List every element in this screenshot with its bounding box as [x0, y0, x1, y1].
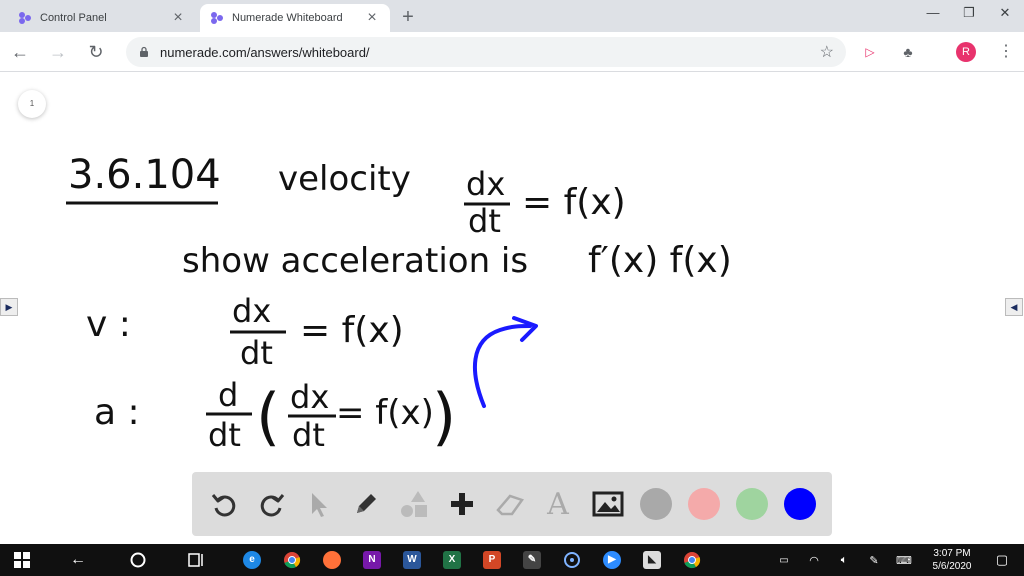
- chrome-active-icon[interactable]: [680, 548, 704, 572]
- url-text: numerade.com/answers/whiteboard/: [160, 44, 370, 60]
- app-icon[interactable]: ✎: [520, 548, 544, 572]
- drawing-toolbar: A: [192, 472, 832, 536]
- numerade-logo-icon: [19, 12, 31, 24]
- tab-title: Numerade Whiteboard: [232, 12, 343, 24]
- a-inner-rhs: = f(x): [336, 393, 434, 433]
- add-icon[interactable]: [442, 484, 482, 524]
- back-arrow-icon[interactable]: ←: [66, 548, 90, 572]
- browser-toolbar: ← → ↻ numerade.com/answers/whiteboard/ ☆…: [0, 32, 1024, 72]
- color-blue-swatch[interactable]: [780, 484, 820, 524]
- clock-time: 3:07 PM: [933, 548, 971, 559]
- shapes-icon[interactable]: [394, 484, 434, 524]
- velocity-rhs: = f(x): [522, 182, 626, 223]
- numerade-logo-icon: [211, 12, 223, 24]
- bookmark-star-icon[interactable]: ☆: [820, 42, 834, 62]
- tab-strip: Control Panel × Numerade Whiteboard × + …: [0, 0, 1024, 32]
- word-icon[interactable]: W: [400, 548, 424, 572]
- cortana-icon[interactable]: [560, 548, 584, 572]
- image-icon[interactable]: [588, 484, 628, 524]
- color-gray-swatch[interactable]: [636, 484, 676, 524]
- color-green-swatch[interactable]: [732, 484, 772, 524]
- back-button[interactable]: ←: [8, 40, 32, 64]
- right-paren: ): [432, 380, 456, 453]
- v-rhs: = f(x): [300, 310, 404, 351]
- tab-title: Control Panel: [40, 12, 107, 24]
- wifi-icon[interactable]: ◠: [802, 548, 826, 572]
- forward-button[interactable]: →: [46, 40, 70, 64]
- clock-date: 5/6/2020: [932, 561, 972, 572]
- v-numerator: dx: [232, 292, 271, 330]
- extension-icon[interactable]: ♣: [896, 40, 920, 64]
- search-circle-icon[interactable]: [126, 548, 150, 572]
- left-paren: (: [256, 380, 280, 453]
- color-pink-swatch[interactable]: [684, 484, 724, 524]
- menu-icon[interactable]: ⋮: [994, 40, 1018, 64]
- notification-icon[interactable]: ▢: [990, 548, 1014, 572]
- address-bar[interactable]: numerade.com/answers/whiteboard/ ☆: [126, 37, 846, 67]
- a-inner-denominator: dt: [292, 416, 325, 454]
- close-icon[interactable]: ×: [170, 10, 186, 26]
- redo-icon[interactable]: [252, 484, 292, 524]
- tab-control-panel[interactable]: Control Panel ×: [8, 4, 196, 32]
- show-result: f′(x) f(x): [588, 240, 732, 281]
- a-inner-numerator: dx: [290, 378, 329, 416]
- powerpoint-icon[interactable]: P: [480, 548, 504, 572]
- close-icon[interactable]: ×: [364, 10, 380, 26]
- pen-icon[interactable]: [346, 484, 386, 524]
- close-icon[interactable]: ✕: [990, 4, 1020, 26]
- screen-recorder-icon[interactable]: ◣: [640, 548, 664, 572]
- firefox-icon[interactable]: [320, 548, 344, 572]
- extension-icon[interactable]: ▷: [858, 40, 882, 64]
- edge-icon[interactable]: e: [240, 548, 264, 572]
- keyboard-icon[interactable]: ⌨: [892, 548, 916, 572]
- show-text: show acceleration is: [182, 241, 528, 281]
- zoom-icon[interactable]: ▶: [600, 548, 624, 572]
- avatar[interactable]: R: [956, 42, 976, 62]
- lock-icon: [140, 46, 148, 57]
- chrome-icon[interactable]: [280, 548, 304, 572]
- reload-button[interactable]: ↻: [84, 40, 108, 64]
- a-d-denominator: dt: [208, 416, 241, 454]
- v-label: v :: [86, 304, 131, 345]
- task-view-icon[interactable]: [184, 548, 208, 572]
- volume-icon[interactable]: 🔈︎: [832, 548, 856, 572]
- onenote-icon[interactable]: N: [360, 548, 384, 572]
- whiteboard-canvas[interactable]: 1 ▶ ◀ 3.6.104 velocity dx dt = f(x) show…: [0, 72, 1024, 544]
- windows-start-icon[interactable]: [10, 548, 34, 572]
- new-tab-button[interactable]: +: [396, 6, 420, 29]
- tab-numerade-whiteboard[interactable]: Numerade Whiteboard ×: [200, 4, 390, 32]
- problem-number: 3.6.104: [68, 152, 221, 198]
- battery-icon[interactable]: ▭: [772, 548, 796, 572]
- taskbar: ← e N W X P ✎ ▶ ◣ ▭ ◠ 🔈︎ ✎ ⌨ 3:07 PM 5/6…: [0, 544, 1024, 576]
- pen-workspace-icon[interactable]: ✎: [862, 548, 886, 572]
- v-denominator: dt: [240, 334, 273, 372]
- system-clock[interactable]: 3:07 PM 5/6/2020: [920, 547, 984, 573]
- a-d-numerator: d: [218, 376, 238, 414]
- velocity-label: velocity: [278, 159, 411, 199]
- eraser-icon[interactable]: [490, 484, 530, 524]
- excel-icon[interactable]: X: [440, 548, 464, 572]
- blue-arrow-head: [512, 316, 538, 342]
- velocity-numerator: dx: [466, 165, 505, 203]
- pointer-icon[interactable]: [298, 484, 338, 524]
- text-icon[interactable]: A: [538, 484, 578, 524]
- undo-icon[interactable]: [204, 484, 244, 524]
- velocity-denominator: dt: [468, 202, 501, 240]
- restore-icon[interactable]: ❐: [954, 4, 984, 26]
- minimize-icon[interactable]: —: [918, 4, 948, 26]
- a-label: a :: [94, 392, 140, 433]
